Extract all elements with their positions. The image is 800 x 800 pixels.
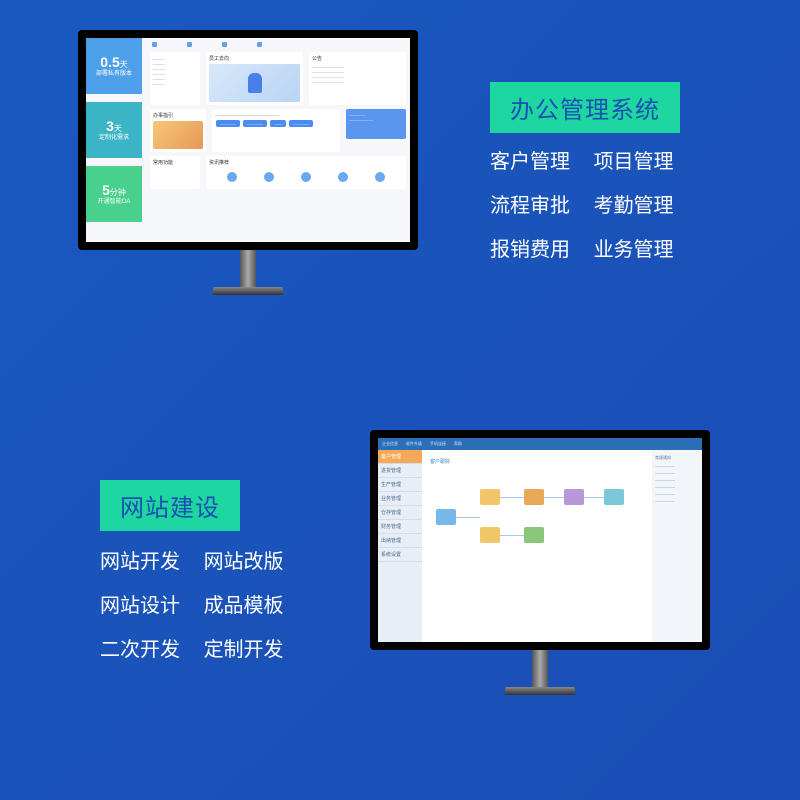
flow-node — [564, 489, 584, 505]
mail-icon — [187, 42, 192, 47]
erp-rightpanel: 常规通知 ————— ————— ————— ————— ————— ————— — [652, 450, 702, 642]
feature-item: 流程审批 — [490, 184, 570, 228]
monitor-stand — [505, 650, 575, 705]
flow-node — [524, 527, 544, 543]
tile-customize: 3天 定制化需求 — [86, 102, 142, 158]
feature-item: 成品模板 — [204, 584, 284, 628]
guide-illustration — [153, 121, 203, 149]
oa-screen: 0.5天 部署私有版本 3天 定制化需求 5分钟 开通智能OA — [86, 38, 410, 242]
feature-item: 客户管理 — [490, 140, 570, 184]
flow-node — [604, 489, 624, 505]
oa-promo-card: —————————— — [346, 109, 406, 139]
oa-main: —————————————————— 员工去向 公告 —————————————… — [146, 38, 410, 242]
staff-illustration — [209, 64, 300, 102]
oa-news-card: 资讯推荐 — [206, 156, 406, 189]
sidebar-item: 仓存管理 — [378, 506, 422, 520]
tag-button: ———— — [289, 120, 313, 127]
app-icon — [375, 172, 385, 182]
sidebar-item: 生产管理 — [378, 478, 422, 492]
flow-node — [436, 509, 456, 525]
app-icon — [338, 172, 348, 182]
app-icon — [227, 172, 237, 182]
feature-item: 网站设计 — [100, 584, 180, 628]
erp-sidebar: 客户管理 进货管理 生产管理 业务管理 仓存管理 财务管理 出纳管理 系统设置 — [378, 450, 422, 642]
feature-item: 业务管理 — [594, 228, 674, 272]
tile-activate: 5分钟 开通智能OA — [86, 166, 142, 222]
feature-item: 报销费用 — [490, 228, 570, 272]
feature-item: 项目管理 — [594, 140, 674, 184]
settings-icon — [257, 42, 262, 47]
erp-flowchart — [428, 479, 646, 559]
erp-topbar: 企业信息 软件升级 手机连接 帮助 — [378, 438, 702, 450]
features-oa: 客户管理 流程审批 报销费用 项目管理 考勤管理 业务管理 — [490, 140, 674, 272]
tag-button: ———— — [216, 120, 240, 127]
erp-main-title: 客户跟踪 — [428, 456, 646, 467]
oa-guide-card: 办事指引 — [150, 109, 206, 152]
feature-item: 定制开发 — [204, 628, 284, 672]
flow-node — [480, 489, 500, 505]
feature-item: 网站改版 — [204, 540, 284, 584]
heading-website: 网站建设 — [100, 480, 240, 531]
sidebar-item: 客户管理 — [378, 450, 422, 464]
sidebar-item: 进货管理 — [378, 464, 422, 478]
tile-deploy: 0.5天 部署私有版本 — [86, 38, 142, 94]
oa-sidebar: 0.5天 部署私有版本 3天 定制化需求 5分钟 开通智能OA — [86, 38, 142, 242]
oa-links-card: ———————————————— ———— ———— —— ———— — [212, 109, 340, 152]
app-icon — [264, 172, 274, 182]
oa-staff-card: 员工去向 — [206, 52, 303, 105]
monitor-oa: 0.5天 部署私有版本 3天 定制化需求 5分钟 开通智能OA — [78, 30, 418, 250]
feature-item: 网站开发 — [100, 540, 180, 584]
erp-screen: 企业信息 软件升级 手机连接 帮助 客户管理 进货管理 生产管理 业务管理 仓存… — [378, 438, 702, 642]
message-icon — [152, 42, 157, 47]
monitor-stand — [213, 250, 283, 305]
erp-main: 客户跟踪 — [422, 450, 652, 642]
feature-item: 考勤管理 — [594, 184, 674, 228]
tag-button: ———— — [243, 120, 267, 127]
sidebar-item: 财务管理 — [378, 520, 422, 534]
oa-functions-card: 常用功能 — [150, 156, 200, 189]
feature-item: 二次开发 — [100, 628, 180, 672]
heading-oa: 办公管理系统 — [490, 82, 680, 133]
calendar-icon — [222, 42, 227, 47]
sidebar-item: 业务管理 — [378, 492, 422, 506]
oa-topnav — [146, 38, 410, 50]
features-website: 网站开发 网站设计 二次开发 网站改版 成品模板 定制开发 — [100, 540, 284, 672]
sidebar-item: 系统设置 — [378, 548, 422, 562]
flow-node — [480, 527, 500, 543]
tag-button: —— — [270, 120, 286, 127]
monitor-website: 企业信息 软件升级 手机连接 帮助 客户管理 进货管理 生产管理 业务管理 仓存… — [370, 430, 710, 650]
flow-node — [524, 489, 544, 505]
app-icon — [301, 172, 311, 182]
oa-notice-card: 公告 ———————————————————————————————— — [309, 52, 406, 105]
sidebar-item: 出纳管理 — [378, 534, 422, 548]
oa-nav-card: —————————————————— — [150, 52, 200, 105]
